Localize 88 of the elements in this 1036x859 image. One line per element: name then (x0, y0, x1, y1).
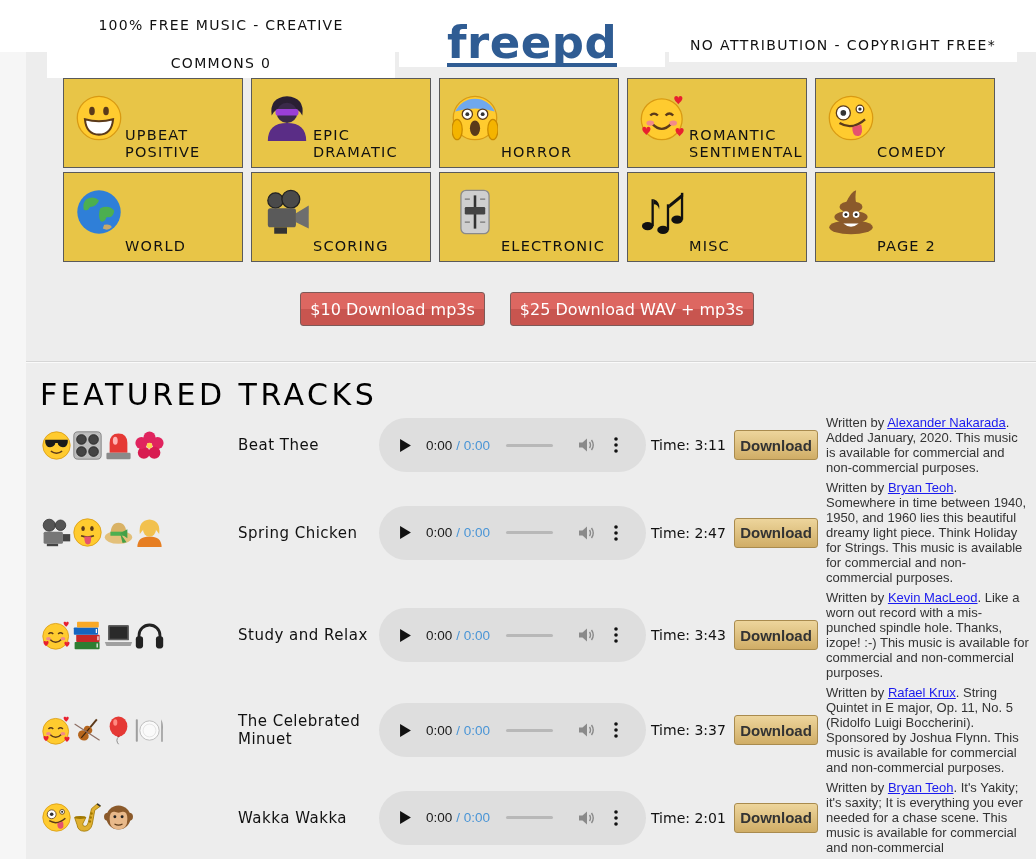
play-icon[interactable] (400, 526, 411, 539)
category-tile[interactable]: WORLD (63, 172, 243, 262)
download-button[interactable]: Download (734, 802, 818, 833)
monkey-face-icon (104, 803, 133, 832)
author-link[interactable]: Kevin MacLeod (887, 590, 978, 605)
track-duration: Time: 2:01 (651, 809, 727, 826)
saxophone-icon (73, 803, 102, 832)
category-tile[interactable]: SCORING (251, 172, 431, 262)
track-duration: Time: 2:47 (651, 524, 727, 541)
volume-icon[interactable] (579, 525, 596, 540)
tagline-text: 100% FREE MUSIC - CREATIVE COMMONS 0 (97, 16, 345, 73)
duration-time: / 0:00 (456, 810, 491, 825)
track-title: Study and Relax (238, 626, 369, 644)
progress-track[interactable] (506, 728, 554, 732)
movie-camera-icon (264, 189, 310, 235)
track-title: Wakka Wakka (238, 808, 348, 827)
volume-icon[interactable] (579, 723, 596, 737)
more-options-icon[interactable] (614, 809, 619, 826)
volume-icon[interactable] (579, 438, 596, 452)
track-title: The Celebrated Minuet (238, 712, 362, 748)
download-button[interactable]: Download (734, 715, 818, 745)
category-tile[interactable]: ROMANTIC SENTIMENTAL (627, 78, 807, 168)
zany-face-icon (828, 95, 874, 141)
purchase-button[interactable]: $25 Download WAV + mp3s (509, 292, 754, 326)
person-silhouette-icon (135, 518, 164, 547)
track-description: Written by Kevin MacLeod. Like a worn out record with a mis-punched spindle hole. Thanks, izope! :-) This music is available for commercial and non-commercial purposes. (826, 590, 1030, 680)
category-tile[interactable]: COMEDY (815, 78, 995, 168)
elapsed-time: 0:00 (426, 627, 453, 643)
track-description: Written by Bryan Teoh. Somewhere in time between 1940, 1950, and 1960 lies this beautiful dreamy light piece. Think Holiday for Strings. This music is available for commercial and non-commercial purposes. (826, 480, 1028, 585)
progress-track[interactable] (506, 531, 554, 534)
more-options-icon[interactable] (614, 437, 619, 453)
volume-icon[interactable] (579, 810, 596, 825)
track-duration: Time: 3:43 (651, 627, 727, 643)
siren-light-icon (104, 430, 133, 460)
more-options-icon[interactable] (614, 722, 619, 738)
duration-time: / 0:00 (456, 437, 491, 453)
more-options-icon[interactable] (614, 627, 619, 643)
track-description: Written by Rafael Krux. String Quintet in E major, Op. 11, No. 5 (Ridolfo Luigi Boccherini). Sponsored by Joshua Flynn. This music is available for commercial and non-commercial purposes. (826, 685, 1020, 775)
download-button[interactable]: Download (734, 620, 818, 650)
category-tile[interactable]: HORROR (439, 78, 619, 168)
category-tile[interactable]: UPBEAT POSITIVE (63, 78, 243, 168)
tongue-face-icon (73, 518, 102, 547)
more-options-icon[interactable] (614, 524, 619, 541)
author-link[interactable]: Alexander Nakarada (887, 415, 1006, 430)
track-description: Written by Bryan Teoh. It's Yakity; it's saxity; It is everything you ever needed for a chase scene. This music is available for commercial and non-commercial (826, 780, 1024, 855)
film-projector-icon (42, 518, 71, 547)
books-icon (73, 620, 102, 650)
elapsed-time: 0:00 (426, 810, 453, 825)
duration-time: / 0:00 (456, 525, 491, 540)
volume-icon[interactable] (579, 628, 596, 642)
grinning-face-icon (76, 95, 122, 141)
flower-icon (135, 430, 164, 460)
smiling-face-with-hearts-icon (640, 95, 686, 141)
sunglasses-face-icon (42, 430, 71, 460)
poo-icon (828, 189, 874, 235)
author-link[interactable]: Rafael Krux (887, 685, 956, 700)
elapsed-time: 0:00 (426, 722, 453, 738)
track-title: Spring Chicken (238, 523, 359, 542)
smiling-face-with-hearts-icon (42, 620, 71, 650)
download-button[interactable]: Download (734, 430, 818, 460)
elapsed-time: 0:00 (426, 437, 453, 453)
zany-face-icon (42, 803, 71, 832)
category-tile[interactable]: PAGE 2 (815, 172, 995, 262)
track-description: Written by Alexander Nakarada. Added January, 2020. This music is available for commercial and non-commercial purposes. (826, 415, 1019, 475)
smiling-face-with-hearts-icon (42, 715, 71, 745)
category-tile[interactable]: ELECTRONIC (439, 172, 619, 262)
track-title: Beat Thee (238, 436, 320, 454)
progress-track[interactable] (506, 443, 554, 447)
screaming-face-icon (452, 95, 498, 141)
duration-time: / 0:00 (456, 627, 491, 643)
progress-track[interactable] (506, 816, 554, 819)
globe-icon (76, 189, 122, 235)
play-icon[interactable] (400, 811, 411, 824)
play-icon[interactable] (400, 628, 411, 642)
purchase-button[interactable]: $10 Download mp3s (300, 292, 485, 326)
download-button[interactable]: Download (734, 517, 818, 548)
control-knobs-icon (73, 430, 102, 460)
category-tile[interactable]: MISC (627, 172, 807, 262)
play-icon[interactable] (400, 438, 411, 452)
category-tile[interactable]: EPIC DRAMATIC (251, 78, 431, 168)
elapsed-time: 0:00 (426, 525, 453, 540)
track-duration: Time: 3:37 (651, 722, 727, 738)
track-duration: Time: 3:11 (651, 437, 727, 453)
tagline-text: NO ATTRIBUTION - COPYRIGHT FREE* (689, 36, 997, 55)
progress-track[interactable] (506, 633, 554, 637)
play-icon[interactable] (400, 723, 411, 737)
duration-time: / 0:00 (456, 722, 491, 738)
section-heading: FEATURED TRACKS (40, 378, 378, 412)
